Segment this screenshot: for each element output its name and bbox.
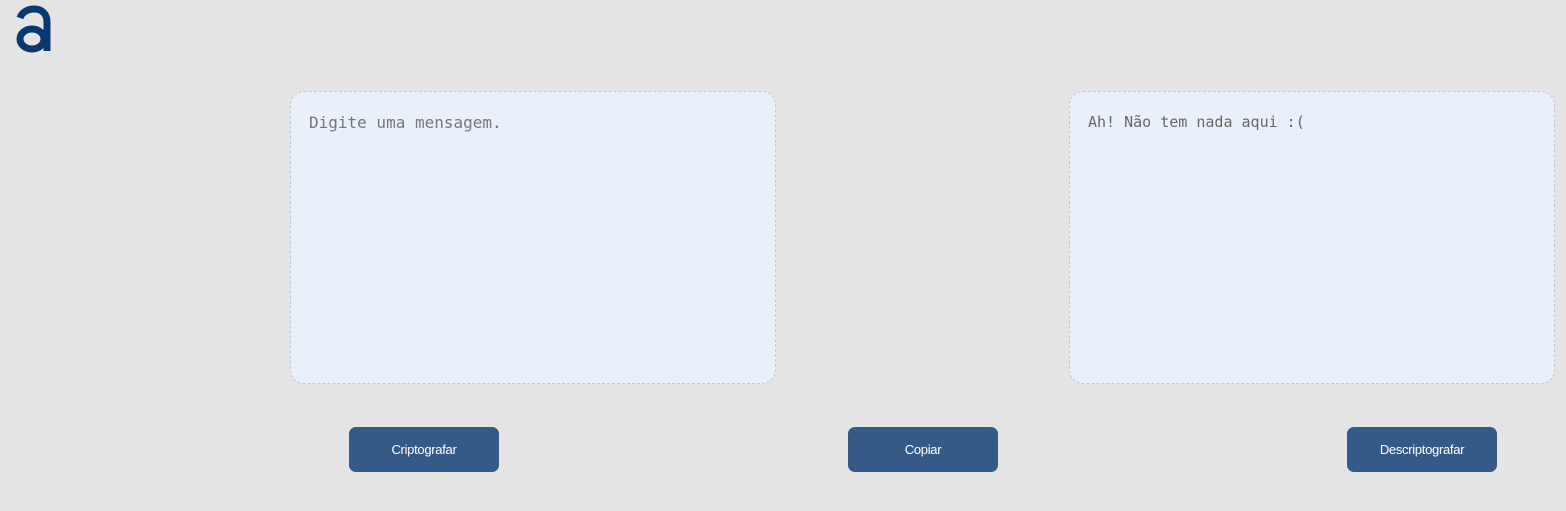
output-panel: Ah! Não tem nada aqui :( [1069,91,1555,384]
decrypt-button[interactable]: Descriptografar [1347,427,1497,472]
copy-button[interactable]: Copiar [848,427,998,472]
output-message: Ah! Não tem nada aqui :( [1088,113,1305,131]
page: Ah! Não tem nada aqui :( Criptografar Co… [0,0,1566,511]
encrypt-button[interactable]: Criptografar [349,427,499,472]
logo-icon [12,4,52,54]
message-input[interactable] [291,92,775,383]
input-panel [290,91,776,384]
